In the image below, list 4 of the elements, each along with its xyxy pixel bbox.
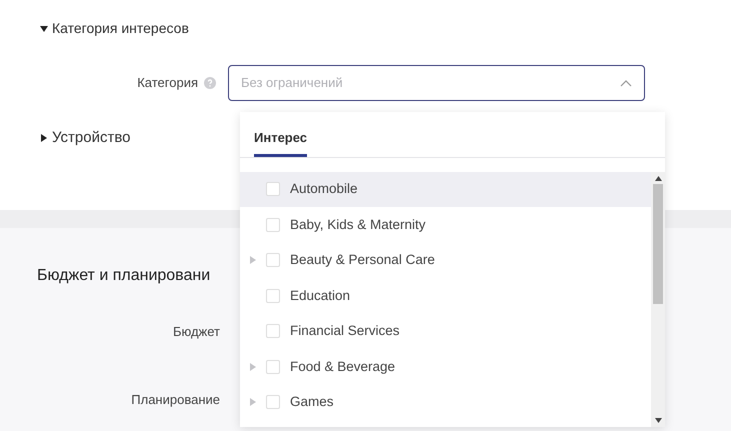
field-label: Категория [137, 74, 198, 92]
section-title: Бюджет и планировани [36, 266, 212, 286]
field-label: Планирование [131, 390, 220, 409]
field-label: Бюджет [172, 323, 220, 341]
